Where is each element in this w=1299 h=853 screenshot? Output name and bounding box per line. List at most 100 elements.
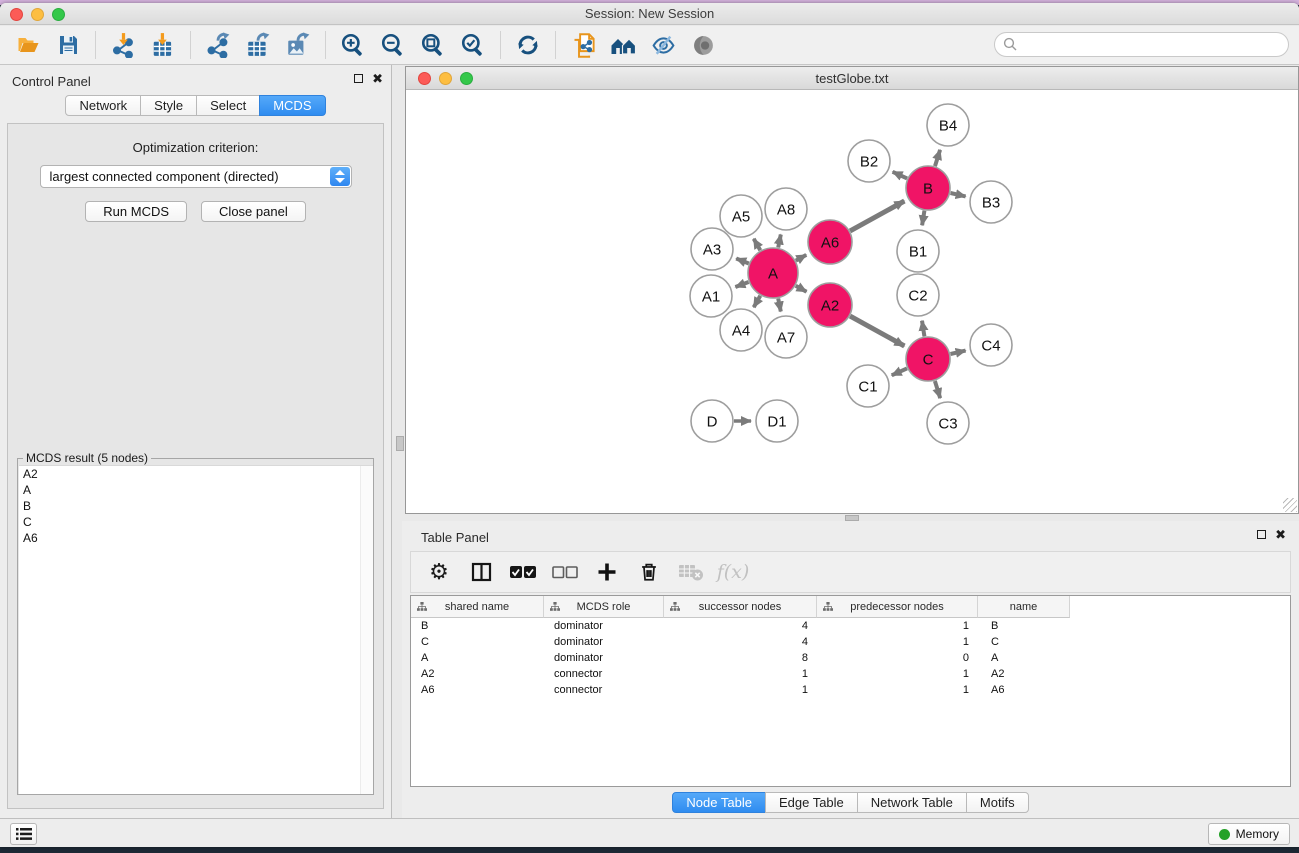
graph-node-C1[interactable]: C1 bbox=[847, 365, 889, 407]
graph-node-B2[interactable]: B2 bbox=[848, 140, 890, 182]
cell-successor-nodes[interactable]: 1 bbox=[664, 682, 817, 698]
cell-MCDS-role[interactable]: dominator bbox=[544, 634, 664, 650]
result-item[interactable]: C bbox=[19, 514, 373, 530]
graph-node-B[interactable]: B bbox=[906, 166, 950, 210]
cell-successor-nodes[interactable]: 4 bbox=[664, 634, 817, 650]
search-input[interactable] bbox=[994, 32, 1289, 57]
cell-shared-name[interactable]: A2 bbox=[411, 666, 544, 682]
export-table-icon[interactable] bbox=[238, 29, 278, 61]
column-header-successor-nodes[interactable]: successor nodes bbox=[664, 596, 817, 618]
save-session-icon[interactable] bbox=[48, 29, 88, 61]
refresh-icon[interactable] bbox=[508, 29, 548, 61]
column-header-MCDS-role[interactable]: MCDS role bbox=[544, 596, 664, 618]
memory-button[interactable]: Memory bbox=[1208, 823, 1290, 845]
close-panel-icon[interactable]: ✖ bbox=[372, 73, 383, 84]
zoom-fit-icon[interactable] bbox=[413, 29, 453, 61]
cell-MCDS-role[interactable]: connector bbox=[544, 666, 664, 682]
graph-node-A[interactable]: A bbox=[748, 248, 798, 298]
edge-B-B3[interactable] bbox=[951, 193, 966, 196]
graph-node-B1[interactable]: B1 bbox=[897, 230, 939, 272]
edge-A6-B[interactable] bbox=[850, 201, 904, 231]
run-mcds-button[interactable]: Run MCDS bbox=[85, 201, 187, 222]
resize-grip[interactable] bbox=[1283, 498, 1297, 512]
edge-B-B2[interactable] bbox=[893, 172, 908, 179]
edge-A-A7[interactable] bbox=[778, 299, 781, 312]
edge-C-C3[interactable] bbox=[935, 381, 940, 398]
graph-node-C2[interactable]: C2 bbox=[897, 274, 939, 316]
checked-boxes-icon[interactable] bbox=[505, 555, 541, 589]
edge-C-C2[interactable] bbox=[922, 321, 924, 337]
task-history-button[interactable] bbox=[10, 823, 37, 845]
column-header-shared-name[interactable]: shared name bbox=[411, 596, 544, 618]
tab-motifs[interactable]: Motifs bbox=[966, 792, 1029, 813]
cell-shared-name[interactable]: C bbox=[411, 634, 544, 650]
cell-predecessor-nodes[interactable]: 1 bbox=[817, 634, 978, 650]
graph-node-C3[interactable]: C3 bbox=[927, 402, 969, 444]
graph-node-A8[interactable]: A8 bbox=[765, 188, 807, 230]
edge-A-A4[interactable] bbox=[754, 296, 761, 308]
tab-style[interactable]: Style bbox=[140, 95, 197, 116]
cell-successor-nodes[interactable]: 8 bbox=[664, 650, 817, 666]
close-panel-button[interactable]: Close panel bbox=[201, 201, 306, 222]
split-columns-icon[interactable] bbox=[463, 555, 499, 589]
unchecked-boxes-icon[interactable] bbox=[547, 555, 583, 589]
cell-shared-name[interactable]: A bbox=[411, 650, 544, 666]
gear-icon[interactable]: ⚙ bbox=[421, 555, 457, 589]
cell-shared-name[interactable]: B bbox=[411, 618, 544, 634]
graph-node-B3[interactable]: B3 bbox=[970, 181, 1012, 223]
graph-node-A5[interactable]: A5 bbox=[720, 195, 762, 237]
cell-shared-name[interactable]: A6 bbox=[411, 682, 544, 698]
delete-column-icon[interactable] bbox=[631, 555, 667, 589]
open-session-icon[interactable] bbox=[8, 29, 48, 61]
edge-B-B4[interactable] bbox=[935, 150, 940, 166]
cell-predecessor-nodes[interactable]: 0 bbox=[817, 650, 978, 666]
cell-MCDS-role[interactable]: dominator bbox=[544, 618, 664, 634]
cell-successor-nodes[interactable]: 4 bbox=[664, 618, 817, 634]
zoom-in-icon[interactable] bbox=[333, 29, 373, 61]
cell-name[interactable]: C bbox=[978, 634, 1070, 650]
graph-node-A6[interactable]: A6 bbox=[808, 220, 852, 264]
edge-A-A8[interactable] bbox=[778, 235, 781, 248]
result-item[interactable]: B bbox=[19, 498, 373, 514]
graph-node-C4[interactable]: C4 bbox=[970, 324, 1012, 366]
show-panels-icon[interactable] bbox=[683, 29, 723, 61]
hide-panels-icon[interactable] bbox=[643, 29, 683, 61]
import-table-icon[interactable] bbox=[143, 29, 183, 61]
add-column-icon[interactable] bbox=[589, 555, 625, 589]
cell-predecessor-nodes[interactable]: 1 bbox=[817, 618, 978, 634]
graph-node-A4[interactable]: A4 bbox=[720, 309, 762, 351]
home-icon[interactable] bbox=[603, 29, 643, 61]
cell-name[interactable]: B bbox=[978, 618, 1070, 634]
desktop-vertical-scrollthumb[interactable] bbox=[396, 436, 404, 451]
graph-node-A2[interactable]: A2 bbox=[808, 283, 852, 327]
optimization-dropdown[interactable]: largest connected component (directed) bbox=[40, 165, 352, 188]
mcds-result-list[interactable]: A2ABCA6 bbox=[19, 465, 373, 794]
cell-name[interactable]: A2 bbox=[978, 666, 1070, 682]
edge-C-C1[interactable] bbox=[892, 368, 907, 375]
edge-A-A1[interactable] bbox=[735, 282, 748, 287]
result-item[interactable]: A6 bbox=[19, 530, 373, 546]
tab-select[interactable]: Select bbox=[196, 95, 260, 116]
zoom-selected-icon[interactable] bbox=[453, 29, 493, 61]
node-table[interactable]: shared nameMCDS rolesuccessor nodesprede… bbox=[410, 595, 1291, 787]
edge-B-B1[interactable] bbox=[922, 211, 924, 226]
import-network-icon[interactable] bbox=[103, 29, 143, 61]
cell-successor-nodes[interactable]: 1 bbox=[664, 666, 817, 682]
graph-node-A3[interactable]: A3 bbox=[691, 228, 733, 270]
result-list-scrollbar[interactable] bbox=[360, 466, 373, 794]
result-item[interactable]: A2 bbox=[19, 466, 373, 482]
zoom-out-icon[interactable] bbox=[373, 29, 413, 61]
result-item[interactable]: A bbox=[19, 482, 373, 498]
cell-predecessor-nodes[interactable]: 1 bbox=[817, 682, 978, 698]
graph-node-D[interactable]: D bbox=[691, 400, 733, 442]
column-header-name[interactable]: name bbox=[978, 596, 1070, 618]
export-network-icon[interactable] bbox=[198, 29, 238, 61]
table-row[interactable]: Cdominator41C bbox=[411, 634, 1290, 650]
cell-predecessor-nodes[interactable]: 1 bbox=[817, 666, 978, 682]
network-frame-titlebar[interactable]: testGlobe.txt bbox=[406, 67, 1298, 90]
cell-name[interactable]: A6 bbox=[978, 682, 1070, 698]
column-header-predecessor-nodes[interactable]: predecessor nodes bbox=[817, 596, 978, 618]
tab-mcds[interactable]: MCDS bbox=[259, 95, 325, 116]
table-row[interactable]: A2connector11A2 bbox=[411, 666, 1290, 682]
graph-node-A7[interactable]: A7 bbox=[765, 316, 807, 358]
